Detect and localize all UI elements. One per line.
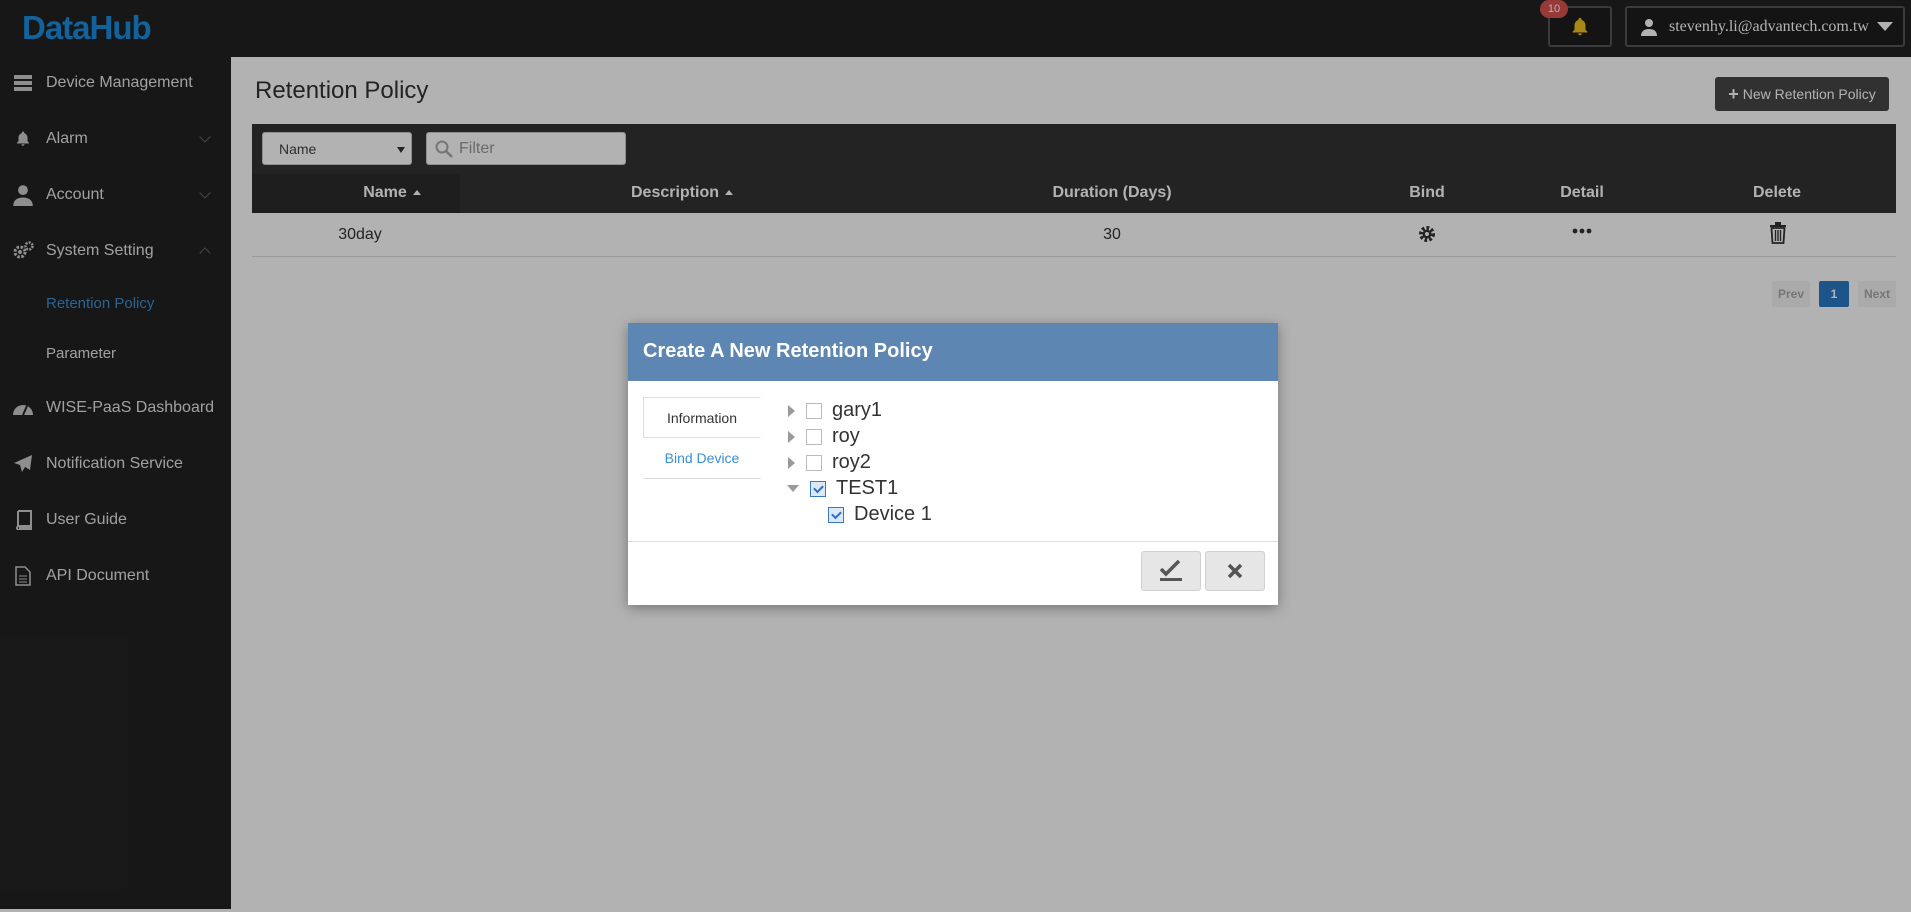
confirm-button[interactable] xyxy=(1141,551,1201,591)
collapse-arrow-icon[interactable] xyxy=(787,485,799,492)
tree-checkbox-checked[interactable] xyxy=(810,480,826,497)
create-retention-policy-dialog: Create A New Retention Policy Informatio… xyxy=(628,323,1278,605)
cancel-button[interactable] xyxy=(1205,551,1265,591)
expand-arrow-icon[interactable] xyxy=(788,430,795,443)
tab-bind-device[interactable]: Bind Device xyxy=(643,438,761,479)
tree-checkbox[interactable] xyxy=(806,402,822,419)
tree-node-roy: roy xyxy=(788,425,860,448)
dialog-title: Create A New Retention Policy xyxy=(628,323,1278,381)
tab-information[interactable]: Information xyxy=(643,397,761,438)
tree-node-test1: TEST1 xyxy=(787,477,898,500)
tree-checkbox[interactable] xyxy=(806,428,822,445)
dialog-footer-divider xyxy=(628,541,1278,542)
check-icon xyxy=(1159,559,1182,581)
tree-node-label: roy2 xyxy=(832,451,871,473)
tree-checkbox[interactable] xyxy=(806,454,822,471)
tree-node-label: roy xyxy=(832,425,860,447)
tree-checkbox-checked[interactable] xyxy=(828,506,844,523)
close-icon xyxy=(1227,563,1243,579)
tree-node-gary1: gary1 xyxy=(788,399,882,422)
expand-arrow-icon[interactable] xyxy=(788,456,795,469)
tree-node-device-1: Device 1 xyxy=(828,503,932,526)
dialog-tabs: Information Bind Device xyxy=(643,397,761,479)
tree-node-label: TEST1 xyxy=(836,477,899,499)
tree-node-label: gary1 xyxy=(832,399,883,421)
expand-arrow-icon[interactable] xyxy=(788,404,795,417)
tree-node-roy2: roy2 xyxy=(788,451,871,474)
tree-node-label: Device 1 xyxy=(854,503,932,525)
